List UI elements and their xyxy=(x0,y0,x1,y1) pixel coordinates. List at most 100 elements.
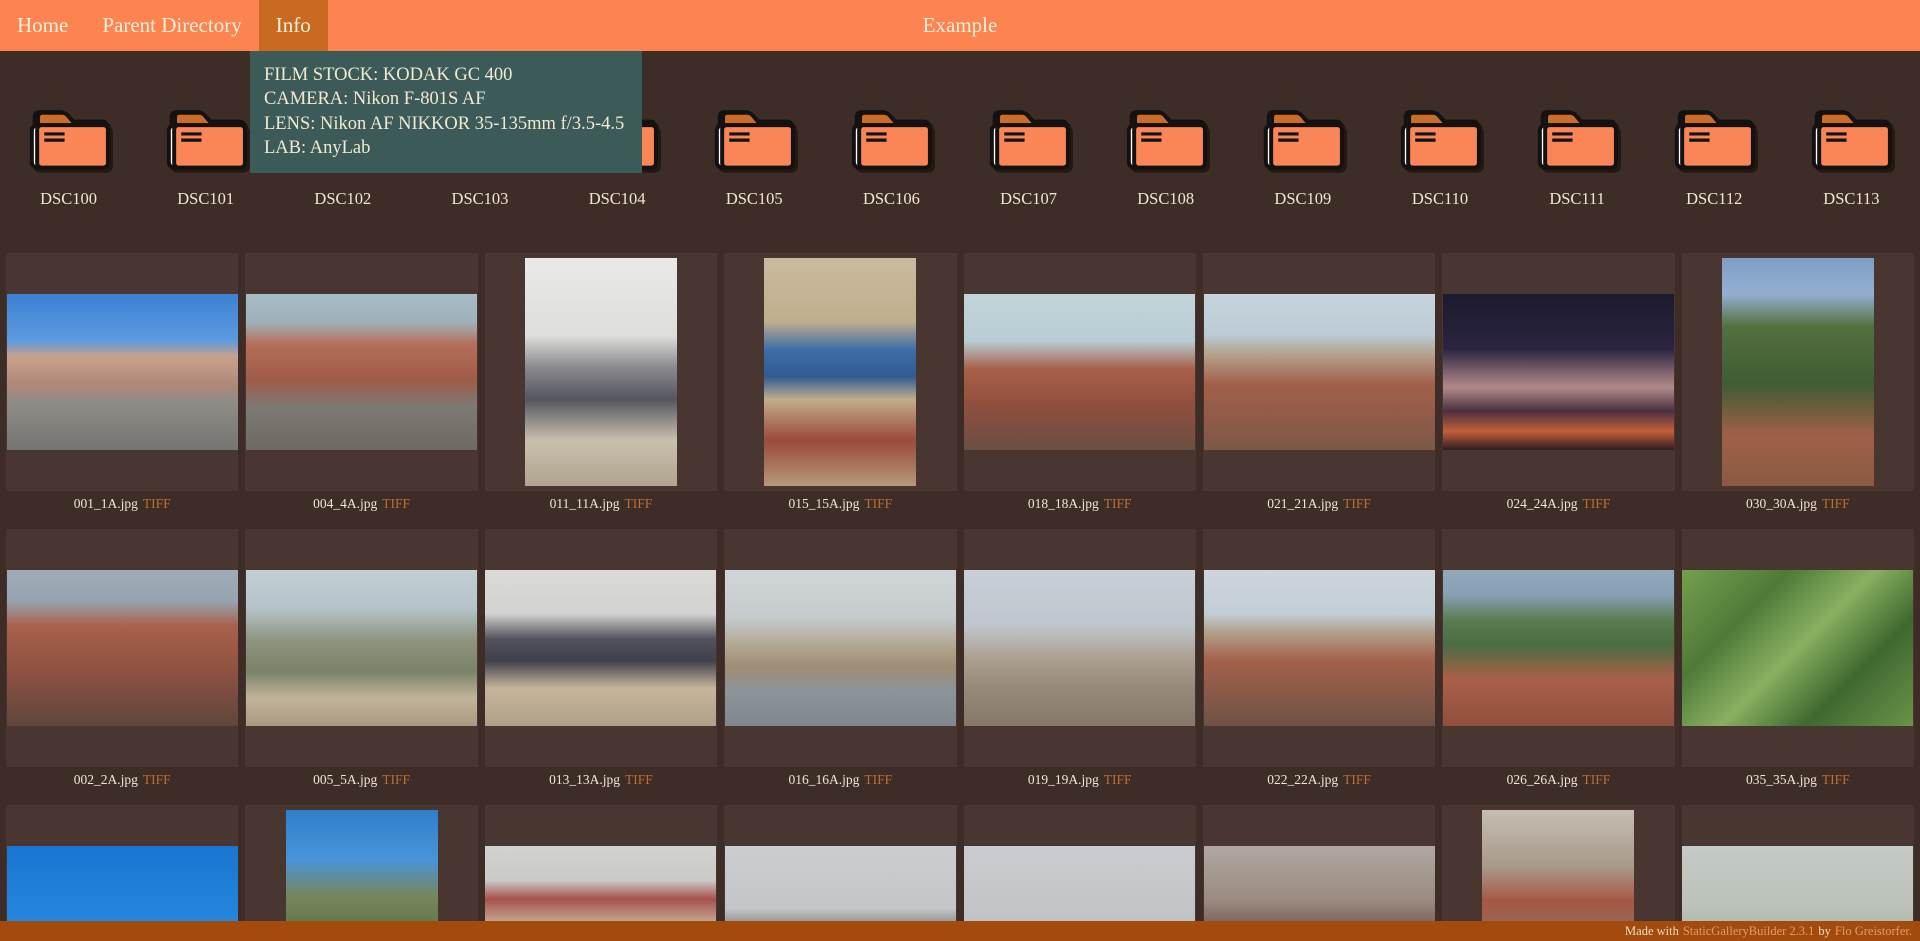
folder-item[interactable]: DSC110 xyxy=(1393,103,1487,209)
photo-image xyxy=(964,570,1196,726)
tiff-link[interactable]: TIFF xyxy=(1343,496,1371,512)
photo-thumbnail[interactable] xyxy=(6,529,239,767)
tiff-link[interactable]: TIFF xyxy=(864,496,892,512)
photo-filename: 016_16A.jpg xyxy=(788,772,860,787)
gallery-item: 001_1A.jpg TIFF xyxy=(6,253,239,516)
photo-thumbnail[interactable] xyxy=(245,529,478,767)
photo-image xyxy=(1442,570,1674,726)
folder-label: DSC113 xyxy=(1823,189,1880,208)
photo-caption: 030_30A.jpg TIFF xyxy=(1682,492,1914,516)
tiff-link[interactable]: TIFF xyxy=(382,496,410,512)
photo-filename: 015_15A.jpg xyxy=(788,496,860,511)
photo-image xyxy=(1442,294,1674,450)
photo-thumbnail[interactable] xyxy=(1681,253,1914,491)
photo-thumbnail[interactable] xyxy=(484,529,718,767)
tiff-link[interactable]: TIFF xyxy=(864,772,892,788)
photo-filename: 001_1A.jpg xyxy=(73,496,138,511)
photo-filename: 018_18A.jpg xyxy=(1027,496,1099,511)
photo-filename: 019_19A.jpg xyxy=(1027,772,1099,787)
photo-thumbnail[interactable] xyxy=(963,253,1196,491)
tiff-link[interactable]: TIFF xyxy=(1343,772,1371,788)
folder-label: DSC104 xyxy=(588,189,646,208)
nav-item-home[interactable]: Home xyxy=(0,0,85,51)
folder-label: DSC111 xyxy=(1549,189,1605,208)
tiff-link[interactable]: TIFF xyxy=(1104,496,1132,512)
folder-label: DSC112 xyxy=(1686,189,1743,208)
folder-item[interactable]: DSC107 xyxy=(982,103,1076,209)
photo-image xyxy=(485,570,717,726)
tiff-link[interactable]: TIFF xyxy=(1822,496,1850,512)
tooltip-film-stock: FILM STOCK: KODAK GC 400 xyxy=(264,65,513,85)
folder-label: DSC103 xyxy=(451,189,509,208)
folder-icon xyxy=(166,110,247,170)
gallery-item: 016_16A.jpg TIFF xyxy=(724,529,957,792)
photo-image xyxy=(964,294,1196,450)
folder-item[interactable]: DSC108 xyxy=(1119,103,1213,209)
photo-image xyxy=(1682,570,1914,726)
photo-filename: 021_21A.jpg xyxy=(1267,496,1339,511)
footer-tool-link[interactable]: StaticGalleryBuilder 2.3.1 xyxy=(1683,924,1815,939)
folder-item[interactable]: DSC105 xyxy=(707,103,801,209)
tiff-link[interactable]: TIFF xyxy=(1104,772,1132,788)
gallery-item: 004_4A.jpg TIFF xyxy=(245,253,478,516)
folder-item[interactable]: DSC113 xyxy=(1804,103,1898,209)
gallery-item: 015_15A.jpg TIFF xyxy=(724,253,957,516)
photo-caption: 035_35A.jpg TIFF xyxy=(1682,768,1914,792)
photo-thumbnail[interactable] xyxy=(1442,529,1675,767)
tiff-link[interactable]: TIFF xyxy=(382,772,410,788)
photo-caption: 005_5A.jpg TIFF xyxy=(245,768,477,792)
photo-thumbnail[interactable] xyxy=(724,529,957,767)
folder-item[interactable]: DSC101 xyxy=(159,103,253,209)
gallery-item: 002_2A.jpg TIFF xyxy=(6,529,239,792)
folder-item[interactable]: DSC100 xyxy=(22,103,116,209)
folder-label: DSC107 xyxy=(1000,189,1057,208)
folder-item[interactable]: DSC106 xyxy=(844,103,938,209)
gallery-item: 005_5A.jpg TIFF xyxy=(245,529,478,792)
photo-caption: 019_19A.jpg TIFF xyxy=(964,768,1196,792)
tiff-link[interactable]: TIFF xyxy=(1582,772,1610,788)
gallery-item: 022_22A.jpg TIFF xyxy=(1202,529,1436,792)
photo-grid: 001_1A.jpg TIFF 004_4A.jpg TIFF 011_11A.… xyxy=(0,253,1920,941)
photo-thumbnail[interactable] xyxy=(1202,529,1436,767)
folder-icon xyxy=(1537,110,1619,170)
navbar: Home Parent Directory Info Example xyxy=(0,0,1920,51)
photo-thumbnail[interactable] xyxy=(963,529,1196,767)
tiff-link[interactable]: TIFF xyxy=(143,772,171,788)
photo-thumbnail[interactable] xyxy=(245,253,478,491)
photo-filename: 022_22A.jpg xyxy=(1267,772,1339,787)
folder-item[interactable]: DSC112 xyxy=(1667,103,1761,209)
photo-filename: 013_13A.jpg xyxy=(549,772,620,787)
photo-caption: 024_24A.jpg TIFF xyxy=(1442,492,1674,516)
folder-item[interactable]: DSC109 xyxy=(1256,103,1350,209)
gallery-item: 011_11A.jpg TIFF xyxy=(484,253,718,516)
tiff-link[interactable]: TIFF xyxy=(1822,772,1850,788)
photo-caption: 013_13A.jpg TIFF xyxy=(485,768,717,792)
photo-thumbnail[interactable] xyxy=(1202,253,1436,491)
photo-filename: 024_24A.jpg xyxy=(1506,496,1578,511)
photo-thumbnail[interactable] xyxy=(1681,529,1914,767)
photo-image xyxy=(524,258,677,486)
photo-thumbnail[interactable] xyxy=(724,253,957,491)
folder-label: DSC109 xyxy=(1274,189,1332,208)
folder-icon xyxy=(1263,110,1344,170)
tiff-link[interactable]: TIFF xyxy=(1582,496,1610,512)
folder-icon xyxy=(29,110,110,170)
photo-caption: 018_18A.jpg TIFF xyxy=(964,492,1196,516)
tiff-link[interactable]: TIFF xyxy=(625,772,653,788)
nav-item-parent-directory[interactable]: Parent Directory xyxy=(85,0,258,51)
photo-thumbnail[interactable] xyxy=(484,253,718,491)
photo-image xyxy=(1203,294,1435,450)
photo-filename: 011_11A.jpg xyxy=(549,496,620,511)
folder-item[interactable]: DSC111 xyxy=(1530,103,1624,209)
nav-item-info[interactable]: Info xyxy=(258,0,328,51)
tiff-link[interactable]: TIFF xyxy=(624,496,652,512)
folder-label: DSC105 xyxy=(725,189,783,208)
gallery-title: Example xyxy=(922,13,998,37)
photo-thumbnail[interactable] xyxy=(1442,253,1675,491)
tiff-link[interactable]: TIFF xyxy=(143,496,171,512)
photo-thumbnail[interactable] xyxy=(6,253,239,491)
gallery-item: 035_35A.jpg TIFF xyxy=(1681,529,1914,792)
tooltip-camera: CAMERA: Nikon F-801S AF xyxy=(264,89,486,110)
gallery-item: 026_26A.jpg TIFF xyxy=(1442,529,1675,792)
footer-author-link[interactable]: Flo Greistorfer. xyxy=(1835,924,1912,939)
